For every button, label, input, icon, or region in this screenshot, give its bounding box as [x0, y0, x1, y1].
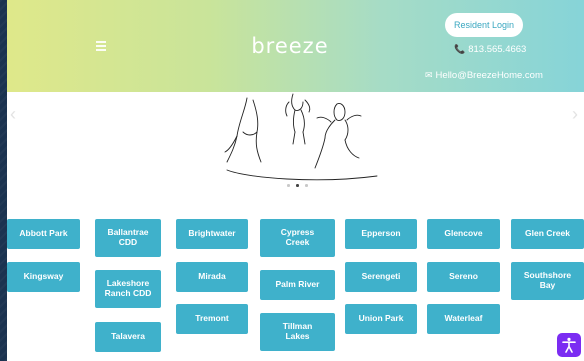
accessibility-button[interactable]	[557, 333, 581, 357]
site-logo[interactable]: breeze	[240, 34, 340, 58]
community-button-talavera[interactable]: Talavera	[95, 322, 161, 352]
community-button-brightwater[interactable]: Brightwater	[176, 219, 248, 249]
community-button-palm-river[interactable]: Palm River	[260, 270, 335, 300]
carousel-next-arrow[interactable]: ›	[572, 104, 578, 125]
community-button-abbott-park[interactable]: Abbott Park	[7, 219, 80, 249]
phone-link[interactable]: 📞 813.565.4663	[454, 44, 526, 55]
community-button-serengeti[interactable]: Serengeti	[345, 262, 417, 292]
accessibility-icon	[562, 337, 576, 353]
email-link[interactable]: ✉ Hello@BreezeHome.com	[425, 70, 543, 81]
email-icon: ✉	[425, 70, 433, 80]
hero-carousel: ‹ ›	[7, 92, 584, 198]
community-button-mirada[interactable]: Mirada	[176, 262, 248, 292]
hero-sketch-illustration	[224, 93, 378, 181]
email-address: Hello@BreezeHome.com	[435, 70, 543, 81]
community-button-kingsway[interactable]: Kingsway	[7, 262, 80, 292]
site-header: breeze Resident Login 📞 813.565.4663 ✉ Hel…	[7, 0, 584, 92]
page: breeze Resident Login 📞 813.565.4663 ✉ Hel…	[7, 0, 584, 361]
carousel-dot-active[interactable]	[296, 184, 299, 187]
community-button-union-park[interactable]: Union Park	[345, 304, 417, 334]
community-button-waterleaf[interactable]: Waterleaf	[427, 304, 500, 334]
resident-login-button[interactable]: Resident Login	[445, 13, 523, 37]
community-button-tillman-lakes[interactable]: Tillman Lakes	[260, 313, 335, 351]
carousel-dot[interactable]	[287, 184, 290, 187]
community-button-lakeshore-ranch-cdd[interactable]: Lakeshore Ranch CDD	[95, 270, 161, 308]
community-button-sereno[interactable]: Sereno	[427, 262, 500, 292]
phone-number: 813.565.4663	[468, 44, 527, 55]
carousel-prev-arrow[interactable]: ‹	[10, 104, 16, 125]
hamburger-menu-icon[interactable]	[96, 41, 106, 51]
community-button-epperson[interactable]: Epperson	[345, 219, 417, 249]
carousel-dot[interactable]	[305, 184, 308, 187]
community-button-cypress-creek[interactable]: Cypress Creek	[260, 219, 335, 257]
carousel-dots	[287, 184, 317, 190]
phone-icon: 📞	[454, 44, 466, 54]
community-button-glen-creek[interactable]: Glen Creek	[511, 219, 584, 249]
community-button-tremont[interactable]: Tremont	[176, 304, 248, 334]
community-button-glencove[interactable]: Glencove	[427, 219, 500, 249]
community-button-southshore-bay[interactable]: Southshore Bay	[511, 262, 584, 300]
community-button-ballantrae-cdd[interactable]: Ballantrae CDD	[95, 219, 161, 257]
